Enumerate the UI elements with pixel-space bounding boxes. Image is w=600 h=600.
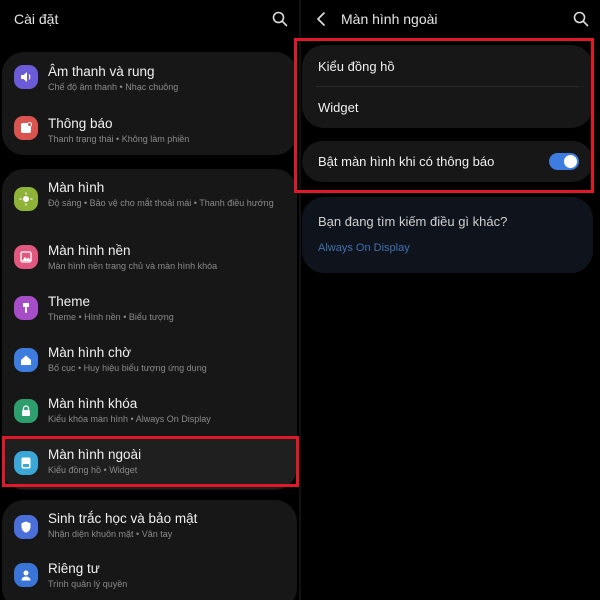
shield-icon [14,515,38,539]
wallpaper-icon [14,245,38,269]
settings-item-label: Theme [48,294,91,309]
settings-item-subtitle: Kiểu khóa màn hình • Always On Display [48,414,211,424]
highlight-cover-screen-options [294,38,594,193]
settings-item-label: Màn hình chờ [48,345,132,360]
theme-icon [14,296,38,320]
settings-topbar: Cài đặt [0,0,299,38]
settings-item-privacy[interactable]: Riêng tư Trình quản lý quyền [2,553,297,600]
settings-item-label: Sinh trắc học và bảo mật [48,511,198,526]
settings-item-subtitle: Bố cục • Huy hiệu biểu tượng ứng dụng [48,363,207,373]
settings-item-biometrics[interactable]: Sinh trắc học và bảo mật Nhận diện khuôn… [2,500,297,550]
search-icon[interactable] [271,10,289,28]
settings-item-subtitle: Chế độ âm thanh • Nhạc chuông [48,82,179,92]
settings-item-subtitle: Độ sáng • Bảo vệ cho mắt thoải mái • Tha… [48,198,274,208]
settings-item-label: Âm thanh và rung [48,64,155,79]
suggestion-card: Bạn đang tìm kiếm điều gì khác? Always O… [302,197,593,273]
brightness-icon [14,187,38,211]
page-title: Màn hình ngoài [341,11,438,27]
settings-item-label: Màn hình khóa [48,396,138,411]
notification-icon [14,116,38,140]
settings-group-sound-notifications: Âm thanh và rung Chế độ âm thanh • Nhạc … [2,52,297,155]
settings-item-subtitle: Theme • Hình nền • Biểu tượng [48,312,174,322]
home-icon [14,348,38,372]
settings-item-display[interactable]: Màn hình Độ sáng • Bảo vệ cho mắt thoải … [2,169,297,227]
search-icon[interactable] [572,10,590,28]
settings-pane: Cài đặt Âm thanh và rung Chế độ âm thanh… [0,0,299,600]
privacy-icon [14,563,38,587]
highlight-cover-screen-item [2,436,299,487]
settings-item-label: Màn hình nền [48,243,131,258]
settings-item-lock-screen[interactable]: Màn hình khóa Kiểu khóa màn hình • Alway… [2,389,297,439]
settings-group-security: Sinh trắc học và bảo mật Nhận diện khuôn… [2,500,297,600]
sound-icon [14,65,38,89]
settings-item-label: Màn hình [48,180,105,195]
settings-item-subtitle: Thanh trạng thái • Không làm phiền [48,134,190,144]
page-title: Cài đặt [14,11,59,27]
lock-icon [14,399,38,423]
settings-item-notifications[interactable]: Thông báo Thanh trạng thái • Không làm p… [2,104,297,154]
settings-item-subtitle: Màn hình nền trang chủ và màn hình khóa [48,261,218,271]
settings-item-sound[interactable]: Âm thanh và rung Chế độ âm thanh • Nhạc … [2,52,297,102]
back-icon[interactable] [313,10,331,28]
suggestion-title: Bạn đang tìm kiếm điều gì khác? [318,214,508,229]
settings-item-subtitle: Nhận diện khuôn mặt • Vân tay [48,529,173,539]
settings-item-subtitle: Trình quản lý quyền [48,579,128,589]
settings-item-label: Riêng tư [48,561,100,576]
always-on-display-link[interactable]: Always On Display [318,242,410,254]
settings-item-label: Thông báo [48,116,113,131]
settings-item-theme[interactable]: Theme Theme • Hình nền • Biểu tượng [2,287,297,337]
cover-screen-topbar: Màn hình ngoài [301,0,600,38]
settings-item-wallpaper[interactable]: Màn hình nền Màn hình nền trang chủ và m… [2,236,297,284]
settings-item-home-screen[interactable]: Màn hình chờ Bố cục • Huy hiệu biểu tượn… [2,338,297,388]
